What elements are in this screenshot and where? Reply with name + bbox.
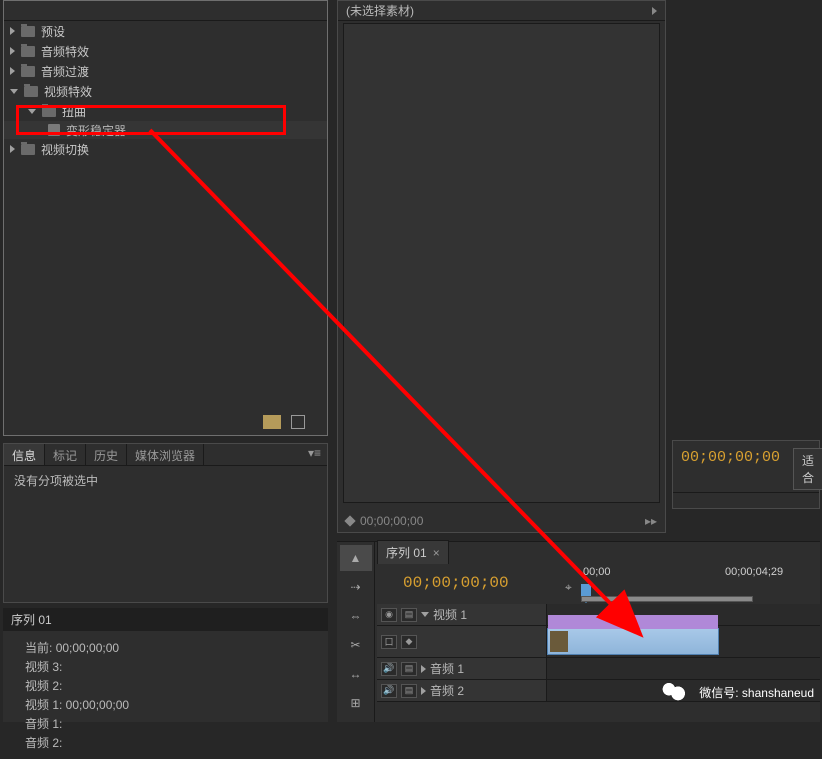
track-audio2-head[interactable]: 🔊 ▤ 音频 2 [377,680,547,701]
clip-thumbnail [550,631,568,652]
keyframe-icon[interactable]: ◆ [401,635,417,649]
tree-item-video-effects[interactable]: 视频特效 [4,81,327,101]
work-area-bar[interactable] [581,596,753,602]
timeline-timecode[interactable]: 00;00;00;00 [403,574,509,592]
new-item-icon[interactable] [291,415,305,429]
track-video1-clips[interactable] [547,626,820,657]
folder-icon [42,106,56,117]
track-label: 音频 1 [430,660,464,677]
track-audio2-clips[interactable] [547,680,820,701]
tab-info[interactable]: 信息 [4,444,45,465]
effect-warp-stabilizer[interactable]: 变形稳定器 [4,121,327,139]
tree-item-distort[interactable]: 扭曲 [4,101,327,121]
chevron-down-icon[interactable] [421,612,429,617]
panel-menu-icon[interactable]: ▾≡ [302,444,327,465]
tree-item-presets[interactable]: 预设 [4,21,327,41]
tab-history[interactable]: 历史 [86,444,127,465]
source-monitor: (未选择素材) 00;00;00;00 ▸▸ [337,0,666,533]
sequence-track-v1: 视频 1: 00;00;00;00 [17,696,314,713]
track-audio-1: 🔊 ▤ 音频 1 [377,658,820,680]
track-select-tool[interactable]: ⇢ [340,574,372,600]
track-audio1-clips[interactable] [547,658,820,679]
timeline-seq-tab[interactable]: 序列 01× [377,540,449,564]
timeline-ruler[interactable]: 00;00 00;00;04;29 [581,566,817,602]
chevron-right-icon [10,47,15,55]
chevron-right-icon [10,67,15,75]
sequence-track-a1: 音频 1: [17,715,314,732]
source-monitor-title: (未选择素材) [346,2,414,19]
tab-markers[interactable]: 标记 [45,444,86,465]
track-audio1-head[interactable]: 🔊 ▤ 音频 1 [377,658,547,679]
track-video-1: 口 ◆ [377,626,820,658]
tree-item-audio-effects[interactable]: 音频特效 [4,41,327,61]
effects-tree: 预设 音频特效 音频过渡 视频特效 扭曲 变形稳定器 视频切换 [4,21,327,159]
chevron-down-icon [10,89,18,94]
sequence-title: 序列 01 [3,608,328,631]
lock-icon[interactable]: ▤ [401,684,417,698]
effects-panel-header [4,1,327,21]
chevron-right-icon [652,7,657,15]
speaker-icon[interactable]: 🔊 [381,684,397,698]
tree-item-video-transitions[interactable]: 视频切换 [4,139,327,159]
slip-tool[interactable]: ⊞ [340,690,372,716]
track-label: 视频 1 [433,606,467,623]
folder-icon [21,66,35,77]
video-clip[interactable] [547,628,719,655]
info-panel: 信息 标记 历史 媒体浏览器 ▾≡ 没有分项被选中 [3,443,328,603]
rate-stretch-tool[interactable]: ✂ [340,632,372,658]
source-footer: 00;00;00;00 ▸▸ [338,510,665,532]
lock-icon[interactable]: ▤ [401,608,417,622]
folder-icon [24,86,38,97]
effect-icon [48,124,60,136]
tree-item-audio-transitions[interactable]: 音频过渡 [4,61,327,81]
program-ruler[interactable] [673,492,819,508]
sequence-current: 当前: 00;00;00;00 [17,639,314,656]
timeline-tab-row: 序列 01× [377,542,449,564]
lock-icon[interactable]: ▤ [401,662,417,676]
source-timecode[interactable]: 00;00;00;00 [360,514,423,528]
marker-icon[interactable] [344,515,355,526]
toggle-icon[interactable]: 口 [381,635,397,649]
chevron-right-icon[interactable] [421,665,426,673]
source-viewport[interactable] [343,23,660,503]
close-icon[interactable]: × [433,546,440,560]
sequence-track-v3: 视频 3: [17,658,314,675]
ripple-edit-tool[interactable]: ⇔ [340,603,372,629]
chevron-right-icon [10,145,15,153]
track-video1-head[interactable]: 口 ◆ [377,626,547,657]
sequence-track-v2: 视频 2: [17,677,314,694]
chevron-down-icon [28,109,36,114]
tab-media-browser[interactable]: 媒体浏览器 [127,444,204,465]
tool-column: ▲ ⇢ ⇔ ✂ ↔ ⊞ [337,542,375,722]
folder-icon [21,26,35,37]
info-no-selection: 没有分项被选中 [4,466,327,495]
track-area: ◉ ▤ 视频 1 口 ◆ 🔊 ▤ [377,604,820,722]
selection-tool[interactable]: ▲ [340,545,372,571]
chevron-right-icon [10,27,15,35]
timeline-panel: ▲ ⇢ ⇔ ✂ ↔ ⊞ 序列 01× 00;00;00;00 ⌖ 00;00 0… [337,541,820,722]
zoom-fit-button[interactable]: 适合 [793,448,822,490]
track-video-controls[interactable]: ◉ ▤ 视频 1 [377,604,547,625]
chevron-right-icon[interactable] [421,687,426,695]
track-audio-2: 🔊 ▤ 音频 2 [377,680,820,702]
source-monitor-header[interactable]: (未选择素材) [338,1,665,21]
razor-tool[interactable]: ↔ [340,661,372,687]
effects-panel: 预设 音频特效 音频过渡 视频特效 扭曲 变形稳定器 视频切换 [3,0,328,436]
sequence-info-panel: 序列 01 当前: 00;00;00;00 视频 3: 视频 2: 视频 1: … [3,608,328,722]
track-label: 音频 2 [430,682,464,699]
folder-icon [21,46,35,57]
play-icon[interactable]: ▸▸ [645,514,657,528]
info-tab-row: 信息 标记 历史 媒体浏览器 ▾≡ [4,444,327,466]
snap-icon[interactable]: ⌖ [565,580,579,594]
ruler-tick: 00;00;04;29 [725,566,783,578]
speaker-icon[interactable]: 🔊 [381,662,397,676]
sequence-track-a2: 音频 2: [17,734,314,751]
ruler-tick: 00;00 [583,566,611,578]
clip-label [548,615,718,629]
new-bin-icon[interactable] [263,415,281,429]
eye-icon[interactable]: ◉ [381,608,397,622]
timeline-header: 00;00;00;00 ⌖ 00;00 00;00;04;29 [377,566,817,602]
folder-icon [21,144,35,155]
